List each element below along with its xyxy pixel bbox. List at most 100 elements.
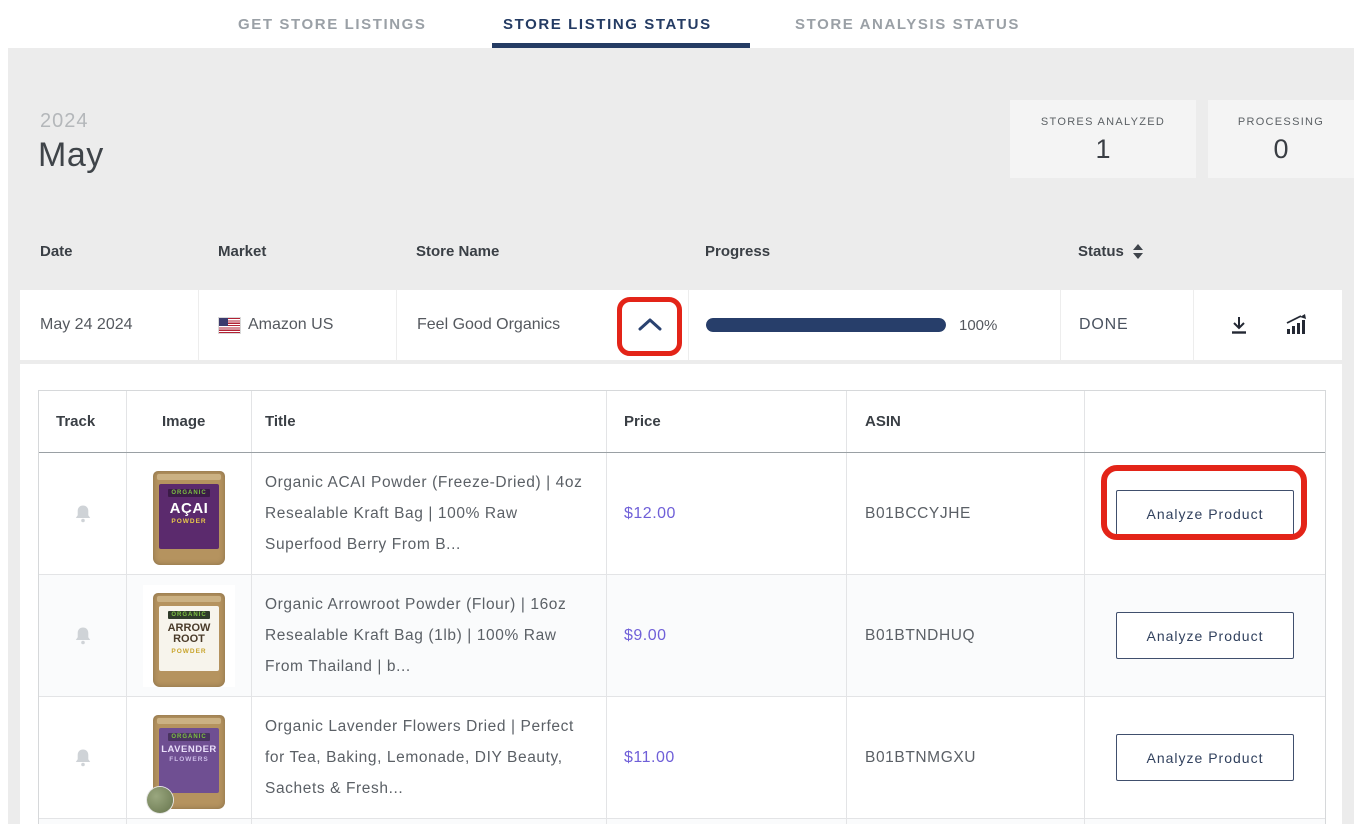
product-table-header: Track Image Title Price ASIN <box>39 391 1325 453</box>
analyze-product-button[interactable]: Analyze Product <box>1116 612 1294 659</box>
stat-value: 1 <box>1010 134 1196 165</box>
product-track-cell <box>39 453 126 574</box>
header-market: Market <box>198 218 396 285</box>
collapse-row-button[interactable] <box>629 307 671 343</box>
content-panel: 2024 May STORES ANALYZED 1 PROCESSING 0 … <box>8 48 1354 824</box>
header-action <box>1084 391 1325 452</box>
tab-store-analysis-status[interactable]: STORE ANALYSIS STATUS <box>795 0 1020 48</box>
product-price-cell: $12.00 <box>606 453 846 574</box>
product-image-cell: ORGANIC LAVENDER FLOWERS <box>126 697 251 818</box>
progress-percent-label: 100% <box>959 317 997 334</box>
product-title-cell: Organic Lavender Flowers Dried | Perfect… <box>251 697 606 818</box>
thumb-name-text: LAVENDER <box>161 745 217 755</box>
product-price: $11.00 <box>624 749 675 767</box>
store-row-status: DONE <box>1060 290 1193 360</box>
thumb-sub-text: FLOWERS <box>169 756 209 763</box>
product-price-cell: $9.00 <box>606 575 846 696</box>
tab-bar: GET STORE LISTINGS STORE LISTING STATUS … <box>0 0 1362 48</box>
header-status-sortable[interactable]: Status <box>1060 218 1193 285</box>
header-track: Track <box>39 391 126 452</box>
stat-value: 0 <box>1208 134 1354 165</box>
thumb-brand-text: ORGANIC <box>168 611 209 619</box>
analytics-button[interactable] <box>1284 314 1309 336</box>
product-title-cell: Organic Arrowroot Powder (Flour) | 16oz … <box>251 575 606 696</box>
product-row: ORGANIC LAVENDER FLOWERS Organic Lavende… <box>39 697 1325 819</box>
page: GET STORE LISTINGS STORE LISTING STATUS … <box>0 0 1362 824</box>
track-bell-button[interactable] <box>72 625 94 647</box>
header-price: Price <box>606 391 846 452</box>
product-title: Organic Arrowroot Powder (Flour) | 16oz … <box>265 589 588 682</box>
bell-icon <box>72 625 94 647</box>
month-title: May <box>38 136 104 175</box>
stat-stores-analyzed: STORES ANALYZED 1 <box>1010 100 1196 178</box>
stat-label: STORES ANALYZED <box>1010 116 1196 128</box>
product-image-cell: ORGANIC AÇAI POWDER <box>126 453 251 574</box>
product-action-cell: Analyze Product <box>1084 697 1325 818</box>
product-asin-cell: B01BTNMGXU <box>846 697 1084 818</box>
tab-store-listing-status[interactable]: STORE LISTING STATUS <box>503 0 712 48</box>
product-price-cell <box>606 819 846 824</box>
product-asin: B01BTNMGXU <box>865 749 976 767</box>
store-row-actions <box>1193 290 1342 360</box>
header-image: Image <box>126 391 251 452</box>
download-icon <box>1228 314 1250 336</box>
store-table-header: Date Market Store Name Progress Status <box>20 218 1342 285</box>
product-image-cell: ORGANIC ARROW ROOT POWDER <box>126 575 251 696</box>
product-title-cell: Organic ACAI Powder (Freeze-Dried) | 4oz… <box>251 453 606 574</box>
bar-chart-arrow-icon <box>1284 314 1309 336</box>
product-action-cell: Analyze Product <box>1084 575 1325 696</box>
market-label: Amazon US <box>248 316 333 334</box>
product-title: Organic ACAI Powder (Freeze-Dried) | 4oz… <box>265 467 588 560</box>
chevron-up-icon <box>635 316 665 334</box>
product-price: $9.00 <box>624 627 667 645</box>
year-label: 2024 <box>40 110 89 133</box>
product-track-cell <box>39 697 126 818</box>
header-title: Title <box>251 391 606 452</box>
thumb-sub-text: POWDER <box>171 518 206 525</box>
progress-fill <box>706 318 946 332</box>
product-asin-cell: B01BCCYJHE <box>846 453 1084 574</box>
header-progress: Progress <box>688 218 1060 285</box>
product-image-arrowroot: ORGANIC ARROW ROOT POWDER <box>143 585 235 687</box>
product-title: Organic Lavender Flowers Dried | Perfect… <box>265 711 588 804</box>
product-track-cell <box>39 819 126 824</box>
track-bell-button[interactable] <box>72 747 94 769</box>
header-date: Date <box>20 218 198 285</box>
analyze-product-button[interactable]: Analyze Product <box>1116 734 1294 781</box>
status-badge: DONE <box>1079 316 1128 334</box>
product-image-lavender: ORGANIC LAVENDER FLOWERS <box>143 707 235 809</box>
store-row-date: May 24 2024 <box>20 290 198 360</box>
product-title-cell <box>251 819 606 824</box>
product-asin: B01BCCYJHE <box>865 505 971 523</box>
product-row: ORGANIC ARROW ROOT POWDER Organic Arrowr… <box>39 575 1325 697</box>
header-actions <box>1193 218 1342 285</box>
header-status-label: Status <box>1078 243 1124 260</box>
download-button[interactable] <box>1228 314 1250 336</box>
product-row: ORGANIC AÇAI POWDER Organic ACAI Powder … <box>39 453 1325 575</box>
header-asin: ASIN <box>846 391 1084 452</box>
store-row-progress: 100% <box>688 290 1060 360</box>
store-row-market: Amazon US <box>198 290 396 360</box>
bell-icon <box>72 747 94 769</box>
product-action-cell: Analyze Product <box>1084 453 1325 574</box>
product-track-cell <box>39 575 126 696</box>
thumb-name-text: AÇAI <box>170 501 209 517</box>
store-table: Date Market Store Name Progress Status M… <box>20 218 1342 360</box>
us-flag-icon <box>219 318 240 333</box>
track-bell-button[interactable] <box>72 503 94 525</box>
stat-label: PROCESSING <box>1208 116 1354 128</box>
tab-get-store-listings[interactable]: GET STORE LISTINGS <box>238 0 427 48</box>
bell-icon <box>72 503 94 525</box>
lavender-buds-swatch <box>147 787 173 813</box>
product-image-cell <box>126 819 251 824</box>
store-row: May 24 2024 Amazon US Feel Good Organics <box>20 290 1342 360</box>
thumb-name-text: ARROW ROOT <box>159 623 219 646</box>
header-store-name: Store Name <box>396 218 688 285</box>
store-row-name: Feel Good Organics <box>396 290 688 360</box>
product-action-cell <box>1084 819 1325 824</box>
analyze-product-button[interactable]: Analyze Product <box>1116 490 1294 537</box>
product-table: Track Image Title Price ASIN <box>38 390 1326 824</box>
product-asin-cell: B01BTNDHUQ <box>846 575 1084 696</box>
thumb-brand-text: ORGANIC <box>168 489 209 497</box>
stat-processing: PROCESSING 0 <box>1208 100 1354 178</box>
